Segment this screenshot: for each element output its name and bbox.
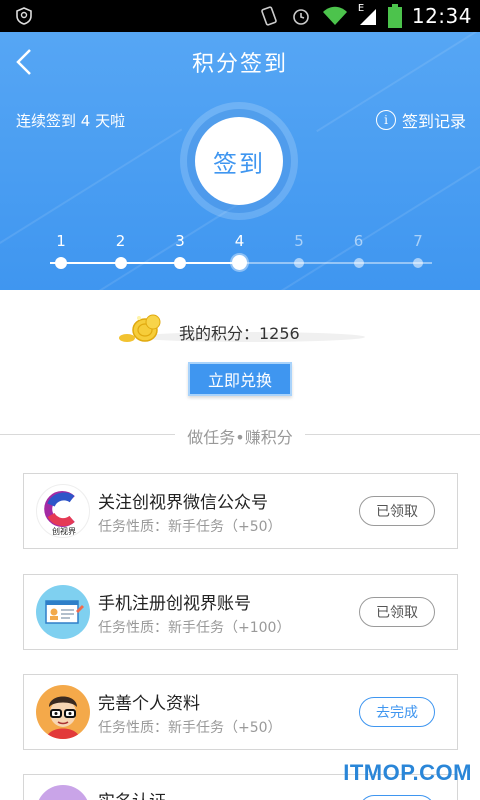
day-number-4: 4 bbox=[234, 232, 245, 250]
page-title: 积分签到 bbox=[191, 52, 288, 77]
day-dot-7 bbox=[413, 258, 423, 268]
task-subtitle: 任务性质：新手任务（+50） bbox=[98, 519, 282, 535]
day-dot-3 bbox=[174, 257, 186, 269]
task-claimed-button[interactable]: 已领取 bbox=[359, 597, 435, 627]
section-title-text: 做任务•赚积分 bbox=[177, 428, 303, 447]
shield-icon bbox=[16, 7, 32, 25]
progress-track-remaining bbox=[240, 262, 432, 264]
day-number-2: 2 bbox=[115, 232, 126, 250]
my-points: 我的积分：1256 bbox=[115, 308, 365, 348]
day-dot-2 bbox=[114, 257, 127, 269]
task-action-button[interactable] bbox=[359, 795, 435, 800]
status-time: 12:34 bbox=[411, 4, 472, 28]
redeem-button[interactable]: 立即兑换 bbox=[188, 362, 292, 396]
task-title: 关注创视界微信公众号 bbox=[98, 493, 268, 513]
points-value: 我的积分：1256 bbox=[179, 324, 300, 343]
task-subtitle: 任务性质：新手任务（+50） bbox=[98, 720, 282, 736]
battery-icon bbox=[387, 4, 402, 28]
id-card-icon bbox=[36, 585, 90, 639]
verification-icon bbox=[36, 785, 90, 800]
task-go-complete-button[interactable]: 去完成 bbox=[359, 697, 435, 727]
day-dot-5 bbox=[294, 258, 304, 268]
coins-icon bbox=[119, 314, 161, 342]
day-dot-4 bbox=[232, 255, 247, 270]
streak-text: 连续签到 4 天啦 bbox=[16, 112, 126, 130]
day-dot-1 bbox=[55, 257, 67, 269]
task-title: 实名认证 bbox=[98, 787, 166, 800]
day-dot-6 bbox=[353, 258, 364, 268]
day-progress: 1 2 3 4 5 6 7 bbox=[0, 232, 480, 282]
wifi-icon bbox=[322, 6, 347, 25]
alarm-icon bbox=[293, 9, 309, 25]
info-icon: i bbox=[375, 110, 396, 130]
checkin-button[interactable]: 签到 bbox=[195, 117, 283, 205]
watermark: ITMOP.COM bbox=[343, 760, 472, 785]
section-title: 做任务•赚积分 bbox=[0, 424, 480, 448]
task-card: 创视界 关注创视界微信公众号 任务性质：新手任务（+50） 已领取 bbox=[23, 473, 458, 549]
vibrate-icon bbox=[261, 6, 277, 26]
checkin-ring: 签到 bbox=[180, 102, 298, 220]
task-card: 完善个人资料 任务性质：新手任务（+50） 去完成 bbox=[23, 674, 458, 750]
svg-text:创视界: 创视界 bbox=[52, 526, 76, 536]
history-label: 签到记录 bbox=[401, 112, 466, 131]
task-claimed-button[interactable]: 已领取 bbox=[359, 496, 435, 526]
chuangshijie-logo: 创视界 bbox=[36, 484, 90, 538]
checkin-header: 积分签到 连续签到 4 天啦 i 签到记录 签到 1 2 3 4 5 6 7 bbox=[0, 32, 480, 290]
task-card: 手机注册创视界账号 任务性质：新手任务（+100） 已领取 bbox=[23, 574, 458, 650]
day-number-6: 6 bbox=[353, 232, 364, 250]
task-title: 手机注册创视界账号 bbox=[98, 594, 251, 614]
day-number-3: 3 bbox=[175, 232, 185, 250]
progress-track-done bbox=[50, 262, 240, 264]
day-number-1: 1 bbox=[56, 232, 66, 250]
tasks-section-header: 做任务•赚积分 bbox=[0, 424, 480, 447]
day-number-5: 5 bbox=[294, 232, 304, 250]
task-subtitle: 任务性质：新手任务（+100） bbox=[98, 620, 291, 636]
status-bar: E 12:34 bbox=[0, 0, 480, 32]
profile-avatar-icon bbox=[36, 685, 90, 739]
checkin-history-link[interactable]: i 签到记录 bbox=[375, 108, 466, 132]
signal-icon: E bbox=[358, 3, 378, 27]
checkin-ring-inner: 签到 bbox=[187, 109, 291, 213]
day-number-7: 7 bbox=[413, 232, 423, 250]
task-title: 完善个人资料 bbox=[98, 694, 200, 714]
